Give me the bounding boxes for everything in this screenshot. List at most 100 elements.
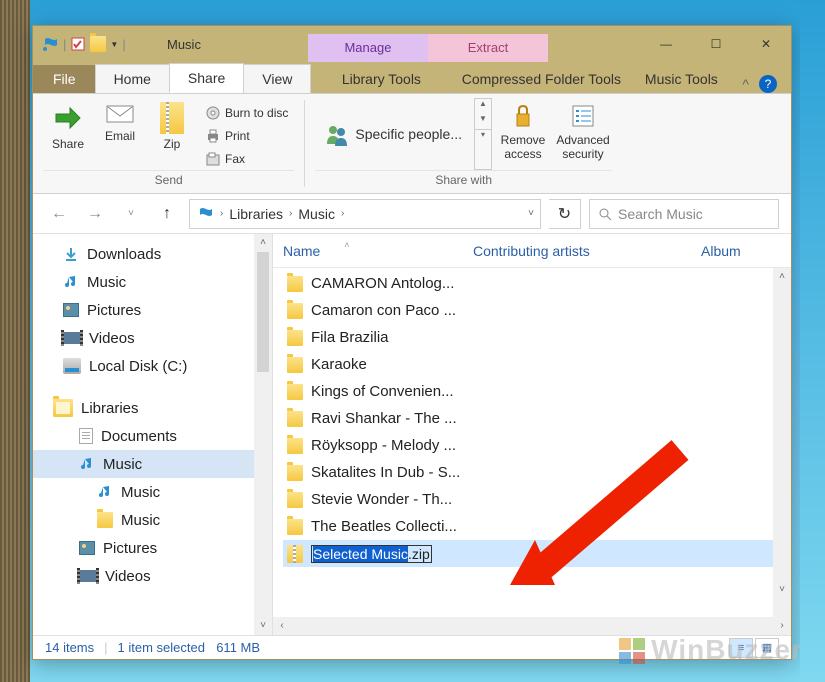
col-name[interactable]: Name ˄: [283, 243, 473, 259]
burn-button[interactable]: Burn to disc: [199, 102, 294, 124]
qat-sep: |: [63, 37, 66, 52]
titlebar[interactable]: | ▼ | Music Manage Extract — ☐ ✕: [33, 26, 791, 62]
list-item[interactable]: Skatalites In Dub - S...: [283, 459, 791, 486]
context-tab-extract[interactable]: Extract: [428, 34, 548, 62]
fax-button[interactable]: Fax: [199, 148, 294, 170]
nav-music-sub2[interactable]: Music: [33, 506, 272, 534]
list-item[interactable]: Camaron con Paco ...: [283, 297, 791, 324]
sharewith-gallery-dropdown[interactable]: ▲▼▾: [474, 98, 492, 170]
chevron-right-icon[interactable]: ›: [289, 208, 292, 219]
zip-button[interactable]: Zip: [147, 98, 197, 170]
maximize-button[interactable]: ☐: [691, 26, 741, 62]
back-button[interactable]: ←: [45, 200, 73, 228]
watermark-logo-icon: [617, 636, 645, 664]
close-button[interactable]: ✕: [741, 26, 791, 62]
navigation-pane[interactable]: Downloads Music Pictures Videos Local Di…: [33, 234, 273, 635]
qat-sep: |: [122, 37, 125, 52]
nav-music-lib[interactable]: Music: [33, 450, 272, 478]
print-button[interactable]: Print: [199, 125, 294, 147]
crumb-libraries[interactable]: Libraries: [229, 206, 283, 222]
nav-pictures[interactable]: Pictures: [33, 296, 272, 324]
properties-icon[interactable]: [70, 36, 86, 52]
list-item[interactable]: Röyksopp - Melody ...: [283, 432, 791, 459]
folder-icon: [287, 330, 303, 346]
nav-documents[interactable]: Documents: [33, 422, 272, 450]
contextual-tabs: Manage Extract: [308, 34, 548, 62]
rename-input[interactable]: Selected Music.zip: [311, 545, 432, 563]
crumb-music[interactable]: Music: [298, 206, 335, 222]
specific-people-button[interactable]: Specific people...: [315, 98, 472, 170]
nav-libraries[interactable]: Libraries: [33, 394, 272, 422]
status-selected: 1 item selected: [118, 640, 205, 655]
address-bar: ← → ˅ ↑ › Libraries › Music › ˅ ↻ Search…: [33, 194, 791, 234]
file-list-pane: Name ˄ Contributing artists Album CAMARO…: [273, 234, 791, 635]
search-box[interactable]: Search Music: [589, 199, 779, 229]
help-icon[interactable]: ?: [759, 75, 777, 93]
app-icon: [41, 35, 59, 53]
tab-share[interactable]: Share: [169, 63, 244, 93]
status-size: 611 MB: [216, 640, 260, 655]
nav-local-disk[interactable]: Local Disk (C:): [33, 352, 272, 380]
email-button[interactable]: Email: [95, 98, 145, 170]
breadcrumb-icon: [196, 205, 214, 223]
chevron-right-icon[interactable]: ›: [220, 208, 223, 219]
ribbon-group-send: Share Email Zip Burn to disc Print Fax S…: [33, 94, 304, 193]
folder-icon: [287, 519, 303, 535]
folder-icon: [287, 276, 303, 292]
advanced-security-button[interactable]: Advanced security: [554, 98, 612, 170]
list-item[interactable]: Karaoke: [283, 351, 791, 378]
up-button[interactable]: ↑: [153, 200, 181, 228]
chevron-right-icon[interactable]: ›: [341, 208, 344, 219]
nav-scrollbar[interactable]: ˄˅: [254, 234, 272, 635]
breadcrumb[interactable]: › Libraries › Music › ˅: [189, 199, 541, 229]
group-label-send: Send: [43, 170, 294, 189]
recent-dropdown-icon[interactable]: ˅: [117, 200, 145, 228]
zip-icon: [287, 545, 303, 563]
nav-music[interactable]: Music: [33, 268, 272, 296]
tab-library-tools[interactable]: Library Tools: [311, 65, 451, 93]
nav-downloads[interactable]: Downloads: [33, 240, 272, 268]
watermark-text: WinBuzzer: [651, 634, 803, 666]
nav-music-sub1[interactable]: Music: [33, 478, 272, 506]
context-tab-manage[interactable]: Manage: [308, 34, 428, 62]
minimize-button[interactable]: —: [641, 26, 691, 62]
folder-icon: [287, 303, 303, 319]
tab-compressed-tools[interactable]: Compressed Folder Tools: [451, 65, 631, 93]
list-item[interactable]: Kings of Convenien...: [283, 378, 791, 405]
list-item[interactable]: Ravi Shankar - The ...: [283, 405, 791, 432]
watermark: WinBuzzer: [617, 634, 803, 666]
file-list[interactable]: CAMARON Antolog... Camaron con Paco ... …: [273, 268, 791, 617]
list-scrollbar[interactable]: ˄˅: [773, 268, 791, 617]
tab-home[interactable]: Home: [95, 64, 170, 93]
ribbon: Share Email Zip Burn to disc Print Fax S…: [33, 94, 791, 194]
group-label-sharewith: Share with: [315, 170, 612, 189]
list-item[interactable]: CAMARON Antolog...: [283, 270, 791, 297]
tab-view[interactable]: View: [243, 64, 311, 93]
sort-indicator-icon: ˄: [344, 240, 349, 250]
nav-videos[interactable]: Videos: [33, 324, 272, 352]
folder-icon: [287, 411, 303, 427]
new-folder-icon[interactable]: [90, 36, 106, 52]
nav-videos-lib[interactable]: Videos: [33, 562, 272, 590]
ribbon-group-sharewith: Specific people... ▲▼▾ Remove access Adv…: [305, 94, 622, 193]
file-tab[interactable]: File: [33, 65, 96, 93]
history-dropdown-icon[interactable]: ˅: [528, 208, 534, 219]
forward-button[interactable]: →: [81, 200, 109, 228]
list-item-rename[interactable]: Selected Music.zip: [283, 540, 791, 567]
list-item[interactable]: Fila Brazilia: [283, 324, 791, 351]
window-controls: — ☐ ✕: [641, 26, 791, 62]
col-contrib[interactable]: Contributing artists: [473, 243, 701, 259]
list-item[interactable]: The Beatles Collecti...: [283, 513, 791, 540]
ribbon-tabs: File Home Share View Library Tools Compr…: [33, 62, 791, 94]
search-placeholder: Search Music: [618, 206, 703, 222]
remove-access-button[interactable]: Remove access: [494, 98, 552, 170]
nav-pictures-lib[interactable]: Pictures: [33, 534, 272, 562]
col-album[interactable]: Album: [701, 243, 791, 259]
share-button[interactable]: Share: [43, 98, 93, 170]
tab-music-tools[interactable]: Music Tools: [631, 65, 731, 93]
horizontal-scrollbar[interactable]: ‹›: [273, 617, 791, 635]
collapse-ribbon-icon[interactable]: ^: [742, 76, 749, 92]
qat-dropdown-icon[interactable]: ▼: [110, 40, 118, 49]
refresh-button[interactable]: ↻: [549, 199, 581, 229]
list-item[interactable]: Stevie Wonder - Th...: [283, 486, 791, 513]
